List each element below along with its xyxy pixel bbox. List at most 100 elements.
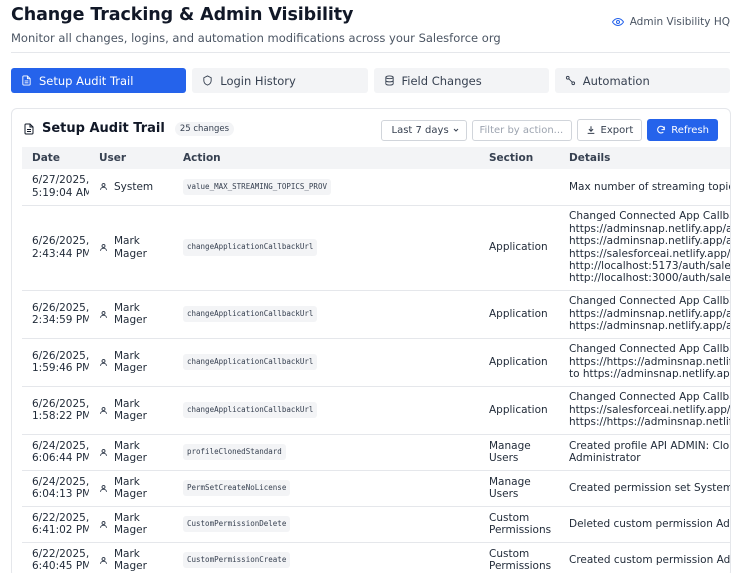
action-cell: PermSetCreateNoLicense xyxy=(173,470,479,507)
date-cell: 6/22/2025, 6:40:45 PM xyxy=(22,542,89,573)
date-range-value: Last 7 days xyxy=(391,124,449,136)
action-cell: CustomPermissionCreate xyxy=(173,542,479,573)
audit-table: Date User Action Section Details 6/27/20… xyxy=(22,147,730,573)
refresh-icon xyxy=(657,125,666,134)
shield-icon xyxy=(203,75,212,86)
date-cell: 6/26/2025, 2:43:44 PM xyxy=(22,205,89,291)
user-cell: Mark Mager xyxy=(89,434,173,471)
details-cell: Changed Connected App Callback https://a… xyxy=(559,205,730,291)
action-cell: changeApplicationCallbackUrl xyxy=(173,205,479,291)
table-row[interactable]: 6/26/2025, 2:34:59 PM Mark Mager changeA… xyxy=(22,290,730,339)
tab-automation[interactable]: Automation xyxy=(554,68,730,93)
section-cell: Custom Permissions xyxy=(479,506,559,543)
brand-label: Admin Visibility HQ xyxy=(629,16,730,28)
user-icon xyxy=(100,448,107,456)
user-cell: Mark Mager xyxy=(89,205,173,291)
table-row[interactable]: 6/24/2025, 6:04:13 PM Mark Mager PermSet… xyxy=(22,470,730,507)
page-header: Change Tracking & Admin Visibility Monit… xyxy=(11,5,501,45)
refresh-label: Refresh xyxy=(671,124,709,136)
date-range-select[interactable]: Last 7 days xyxy=(380,119,467,141)
user-cell: Mark Mager xyxy=(89,338,173,387)
action-code: profileClonedStandard xyxy=(183,443,286,461)
action-cell: changeApplicationCallbackUrl xyxy=(173,338,479,387)
section-cell: Custom Permissions xyxy=(479,542,559,573)
date-cell: 6/26/2025, 1:58:22 PM xyxy=(22,386,89,435)
panel-header: Setup Audit Trail 25 changes xyxy=(23,121,235,136)
user-icon xyxy=(100,310,107,318)
page-title: Change Tracking & Admin Visibility xyxy=(11,5,354,25)
details-cell: Changed Connected App Callback https://a… xyxy=(559,290,730,339)
table-row[interactable]: 6/24/2025, 6:06:44 PM Mark Mager profile… xyxy=(22,434,730,471)
column-header-section[interactable]: Section xyxy=(479,147,559,169)
user-icon xyxy=(100,520,107,528)
user-icon xyxy=(100,358,107,366)
brand-badge: Admin Visibility HQ xyxy=(611,16,730,28)
details-cell: Created permission set SystemAdm xyxy=(559,470,730,507)
chevron-down-icon xyxy=(453,128,458,132)
column-header-date[interactable]: Date xyxy=(22,147,89,169)
tab-setup-audit-trail[interactable]: Setup Audit Trail xyxy=(11,68,187,93)
export-button[interactable]: Export xyxy=(576,119,643,141)
details-cell: Changed Connected App Callback https://s… xyxy=(559,386,730,435)
page-subtitle: Monitor all changes, logins, and automat… xyxy=(11,31,501,45)
action-cell: changeApplicationCallbackUrl xyxy=(173,386,479,435)
details-cell: Created custom permission Admin xyxy=(559,542,730,573)
date-cell: 6/22/2025, 6:41:02 PM xyxy=(22,506,89,543)
user-icon xyxy=(100,244,107,251)
export-label: Export xyxy=(600,124,634,136)
user-cell: Mark Mager xyxy=(89,542,173,573)
details-cell: Changed Connected App Callback https://h… xyxy=(559,338,730,387)
action-code: changeApplicationCallbackUrl xyxy=(183,239,318,256)
action-code: changeApplicationCallbackUrl xyxy=(183,353,318,371)
user-name: Mark Mager xyxy=(114,301,147,326)
user-cell: System xyxy=(89,169,173,206)
table-row[interactable]: 6/27/2025, 5:19:04 AM System value_MAX_S… xyxy=(22,169,730,206)
table-header-row: Date User Action Section Details xyxy=(22,147,730,169)
section-cell: Application xyxy=(479,290,559,339)
action-filter-input[interactable]: Filter by action... xyxy=(471,119,572,141)
section-cell xyxy=(479,169,559,206)
tab-label: Field Changes xyxy=(401,73,482,88)
tab-field-changes[interactable]: Field Changes xyxy=(373,68,549,93)
change-count-badge: 25 changes xyxy=(174,121,235,136)
user-icon xyxy=(100,406,107,414)
column-header-user[interactable]: User xyxy=(89,147,173,169)
table-row[interactable]: 6/26/2025, 2:43:44 PM Mark Mager changeA… xyxy=(22,205,730,291)
date-cell: 6/27/2025, 5:19:04 AM xyxy=(22,169,89,206)
user-name: Mark Mager xyxy=(114,397,147,422)
action-code: changeApplicationCallbackUrl xyxy=(183,305,318,323)
download-icon xyxy=(587,126,594,134)
panel-title: Setup Audit Trail xyxy=(42,121,165,136)
date-cell: 6/26/2025, 1:59:46 PM xyxy=(22,338,89,387)
user-cell: Mark Mager xyxy=(89,290,173,339)
section-cell: Application xyxy=(479,338,559,387)
eye-icon xyxy=(611,17,624,27)
user-icon xyxy=(100,484,107,492)
table-row[interactable]: 6/22/2025, 6:41:02 PM Mark Mager CustomP… xyxy=(22,506,730,543)
section-cell: Application xyxy=(479,386,559,435)
user-name: Mark Mager xyxy=(114,511,147,536)
date-cell: 6/26/2025, 2:34:59 PM xyxy=(22,290,89,339)
column-header-action[interactable]: Action xyxy=(173,147,479,169)
workflow-icon xyxy=(565,75,575,86)
audit-table-wrapper: Date User Action Section Details 6/27/20… xyxy=(22,147,730,573)
tab-label: Login History xyxy=(220,73,296,88)
action-cell: CustomPermissionDelete xyxy=(173,506,479,543)
table-row[interactable]: 6/26/2025, 1:59:46 PM Mark Mager changeA… xyxy=(22,338,730,387)
tab-label: Setup Audit Trail xyxy=(39,73,134,88)
user-icon xyxy=(100,183,107,191)
panel-controls: Last 7 days Filter by action... Export R… xyxy=(380,119,718,141)
user-name: Mark Mager xyxy=(114,547,147,572)
refresh-button[interactable]: Refresh xyxy=(647,119,718,141)
tab-login-history[interactable]: Login History xyxy=(192,68,368,93)
column-header-details[interactable]: Details xyxy=(559,147,730,169)
header-divider xyxy=(11,52,730,53)
table-row[interactable]: 6/26/2025, 1:58:22 PM Mark Mager changeA… xyxy=(22,386,730,435)
tab-label: Automation xyxy=(582,73,650,88)
user-name: Mark Mager xyxy=(114,475,147,500)
section-cell: Application xyxy=(479,205,559,291)
table-body: 6/27/2025, 5:19:04 AM System value_MAX_S… xyxy=(22,169,730,573)
user-cell: Mark Mager xyxy=(89,506,173,543)
document-icon xyxy=(22,75,31,86)
table-row[interactable]: 6/22/2025, 6:40:45 PM Mark Mager CustomP… xyxy=(22,542,730,573)
